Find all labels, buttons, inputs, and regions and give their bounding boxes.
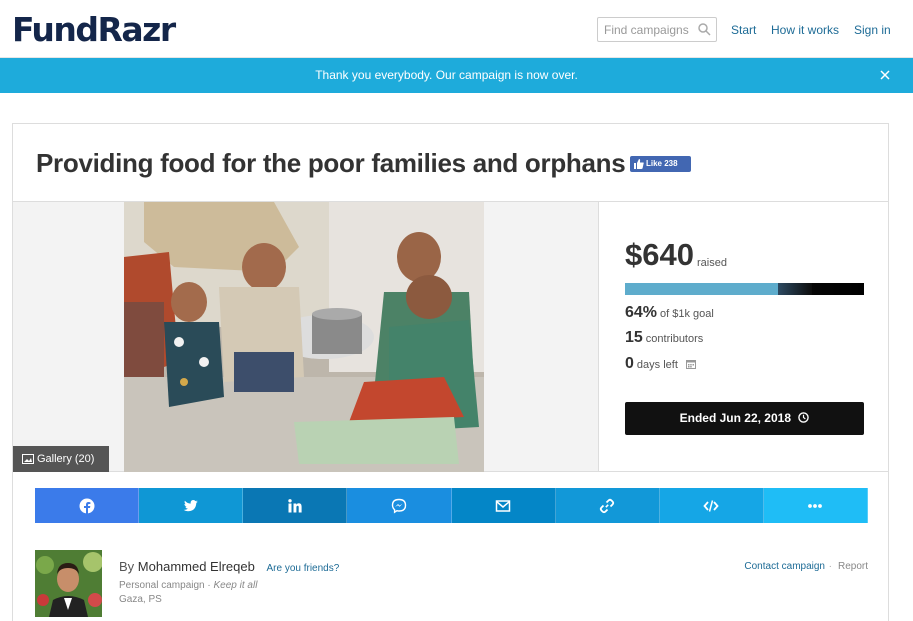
avatar[interactable] [35,550,102,617]
facebook-like-count: Like 238 [646,159,678,168]
are-you-friends-link[interactable]: Are you friends? [266,563,339,574]
nav-how-it-works-link[interactable]: How it works [771,23,839,37]
days-left-stat: 0 days left [625,355,696,373]
messenger-icon [391,498,407,513]
thumbs-up-icon [634,159,644,169]
author-name[interactable]: Mohammed Elreqeb [138,559,255,574]
top-header: FundRazr Start How it works Sign in [0,0,913,58]
share-bar [35,488,868,523]
campaign-over-banner: Thank you everybody. Our campaign is now… [0,58,913,93]
author-location: Gaza, PS [119,594,162,605]
share-more-button[interactable] [763,488,868,523]
share-messenger-button[interactable] [347,488,452,523]
contributors-count: 15 [625,329,643,346]
twitter-icon [183,499,198,511]
goal-label: of $1k goal [660,308,714,320]
email-icon [495,499,511,512]
search-input[interactable] [598,18,698,41]
facebook-like-button[interactable]: Like 238 [630,156,691,172]
progress-bar-fill [625,283,778,295]
campaign-type: Personal campaign [119,580,205,591]
search-box[interactable] [597,17,717,42]
contributors-label: contributors [645,333,704,345]
share-twitter-button[interactable] [139,488,244,523]
amount-raised-label: raised [697,257,727,269]
campaign-author: By Mohammed Elreqeb Are you friends? Per… [35,550,868,620]
gallery-button[interactable]: Gallery (20) [13,446,109,472]
days-left-count: 0 [625,355,634,372]
more-icon [808,503,823,508]
contributors-stat: 15 contributors [625,329,703,347]
linkedin-icon [288,498,302,512]
contact-campaign-link[interactable]: Contact campaign [744,561,825,572]
gallery-label: Gallery (20) [37,453,95,465]
search-icon[interactable] [697,22,711,36]
facebook-icon [79,498,95,514]
children-photo [124,202,484,472]
progress-bar-remainder [778,283,812,295]
keep-it-all-label: Keep it all [213,580,258,591]
share-facebook-button[interactable] [35,488,140,523]
clock-icon [798,412,810,423]
share-linkedin-button[interactable] [243,488,348,523]
goal-percent: 64% [625,304,658,321]
share-embed-button[interactable] [659,488,764,523]
calendar-icon [685,360,696,369]
embed-icon [703,499,720,512]
campaign-media: Gallery (20) [13,202,598,472]
campaign-type-line: Personal campaign · Keep it all [119,580,257,591]
campaign-title-row: Providing food for the poor families and… [13,124,888,202]
banner-message: Thank you everybody. Our campaign is now… [315,68,578,82]
author-photo [35,550,102,617]
amount-raised: $640 [625,237,694,272]
image-icon [22,454,34,464]
by-label: By [119,559,135,574]
meta-separator: · [207,580,211,591]
progress-bar [625,283,864,295]
ended-label: Ended Jun 22, 2018 [679,411,792,425]
report-link[interactable]: Report [838,561,868,572]
campaign-ended-button[interactable]: Ended Jun 22, 2018 [625,402,864,435]
nav-start-link[interactable]: Start [731,23,756,37]
campaign-stats: $640 raised 64% of $1k goal 15 contributor… [598,202,888,472]
campaign-photo[interactable] [124,202,484,472]
goal-stat: 64% of $1k goal [625,304,714,322]
link-icon [600,498,615,513]
close-icon[interactable] [878,68,892,82]
fundrazr-logo[interactable]: FundRazr [12,11,176,49]
campaign-card: Providing food for the poor families and… [12,123,889,621]
campaign-title: Providing food for the poor families and… [36,148,626,178]
days-left-label: days left [636,359,678,371]
share-link-button[interactable] [555,488,660,523]
author-line: By Mohammed Elreqeb Are you friends? [119,559,339,574]
link-separator: · [828,561,832,572]
share-email-button[interactable] [451,488,556,523]
nav-sign-in-link[interactable]: Sign in [854,23,891,37]
